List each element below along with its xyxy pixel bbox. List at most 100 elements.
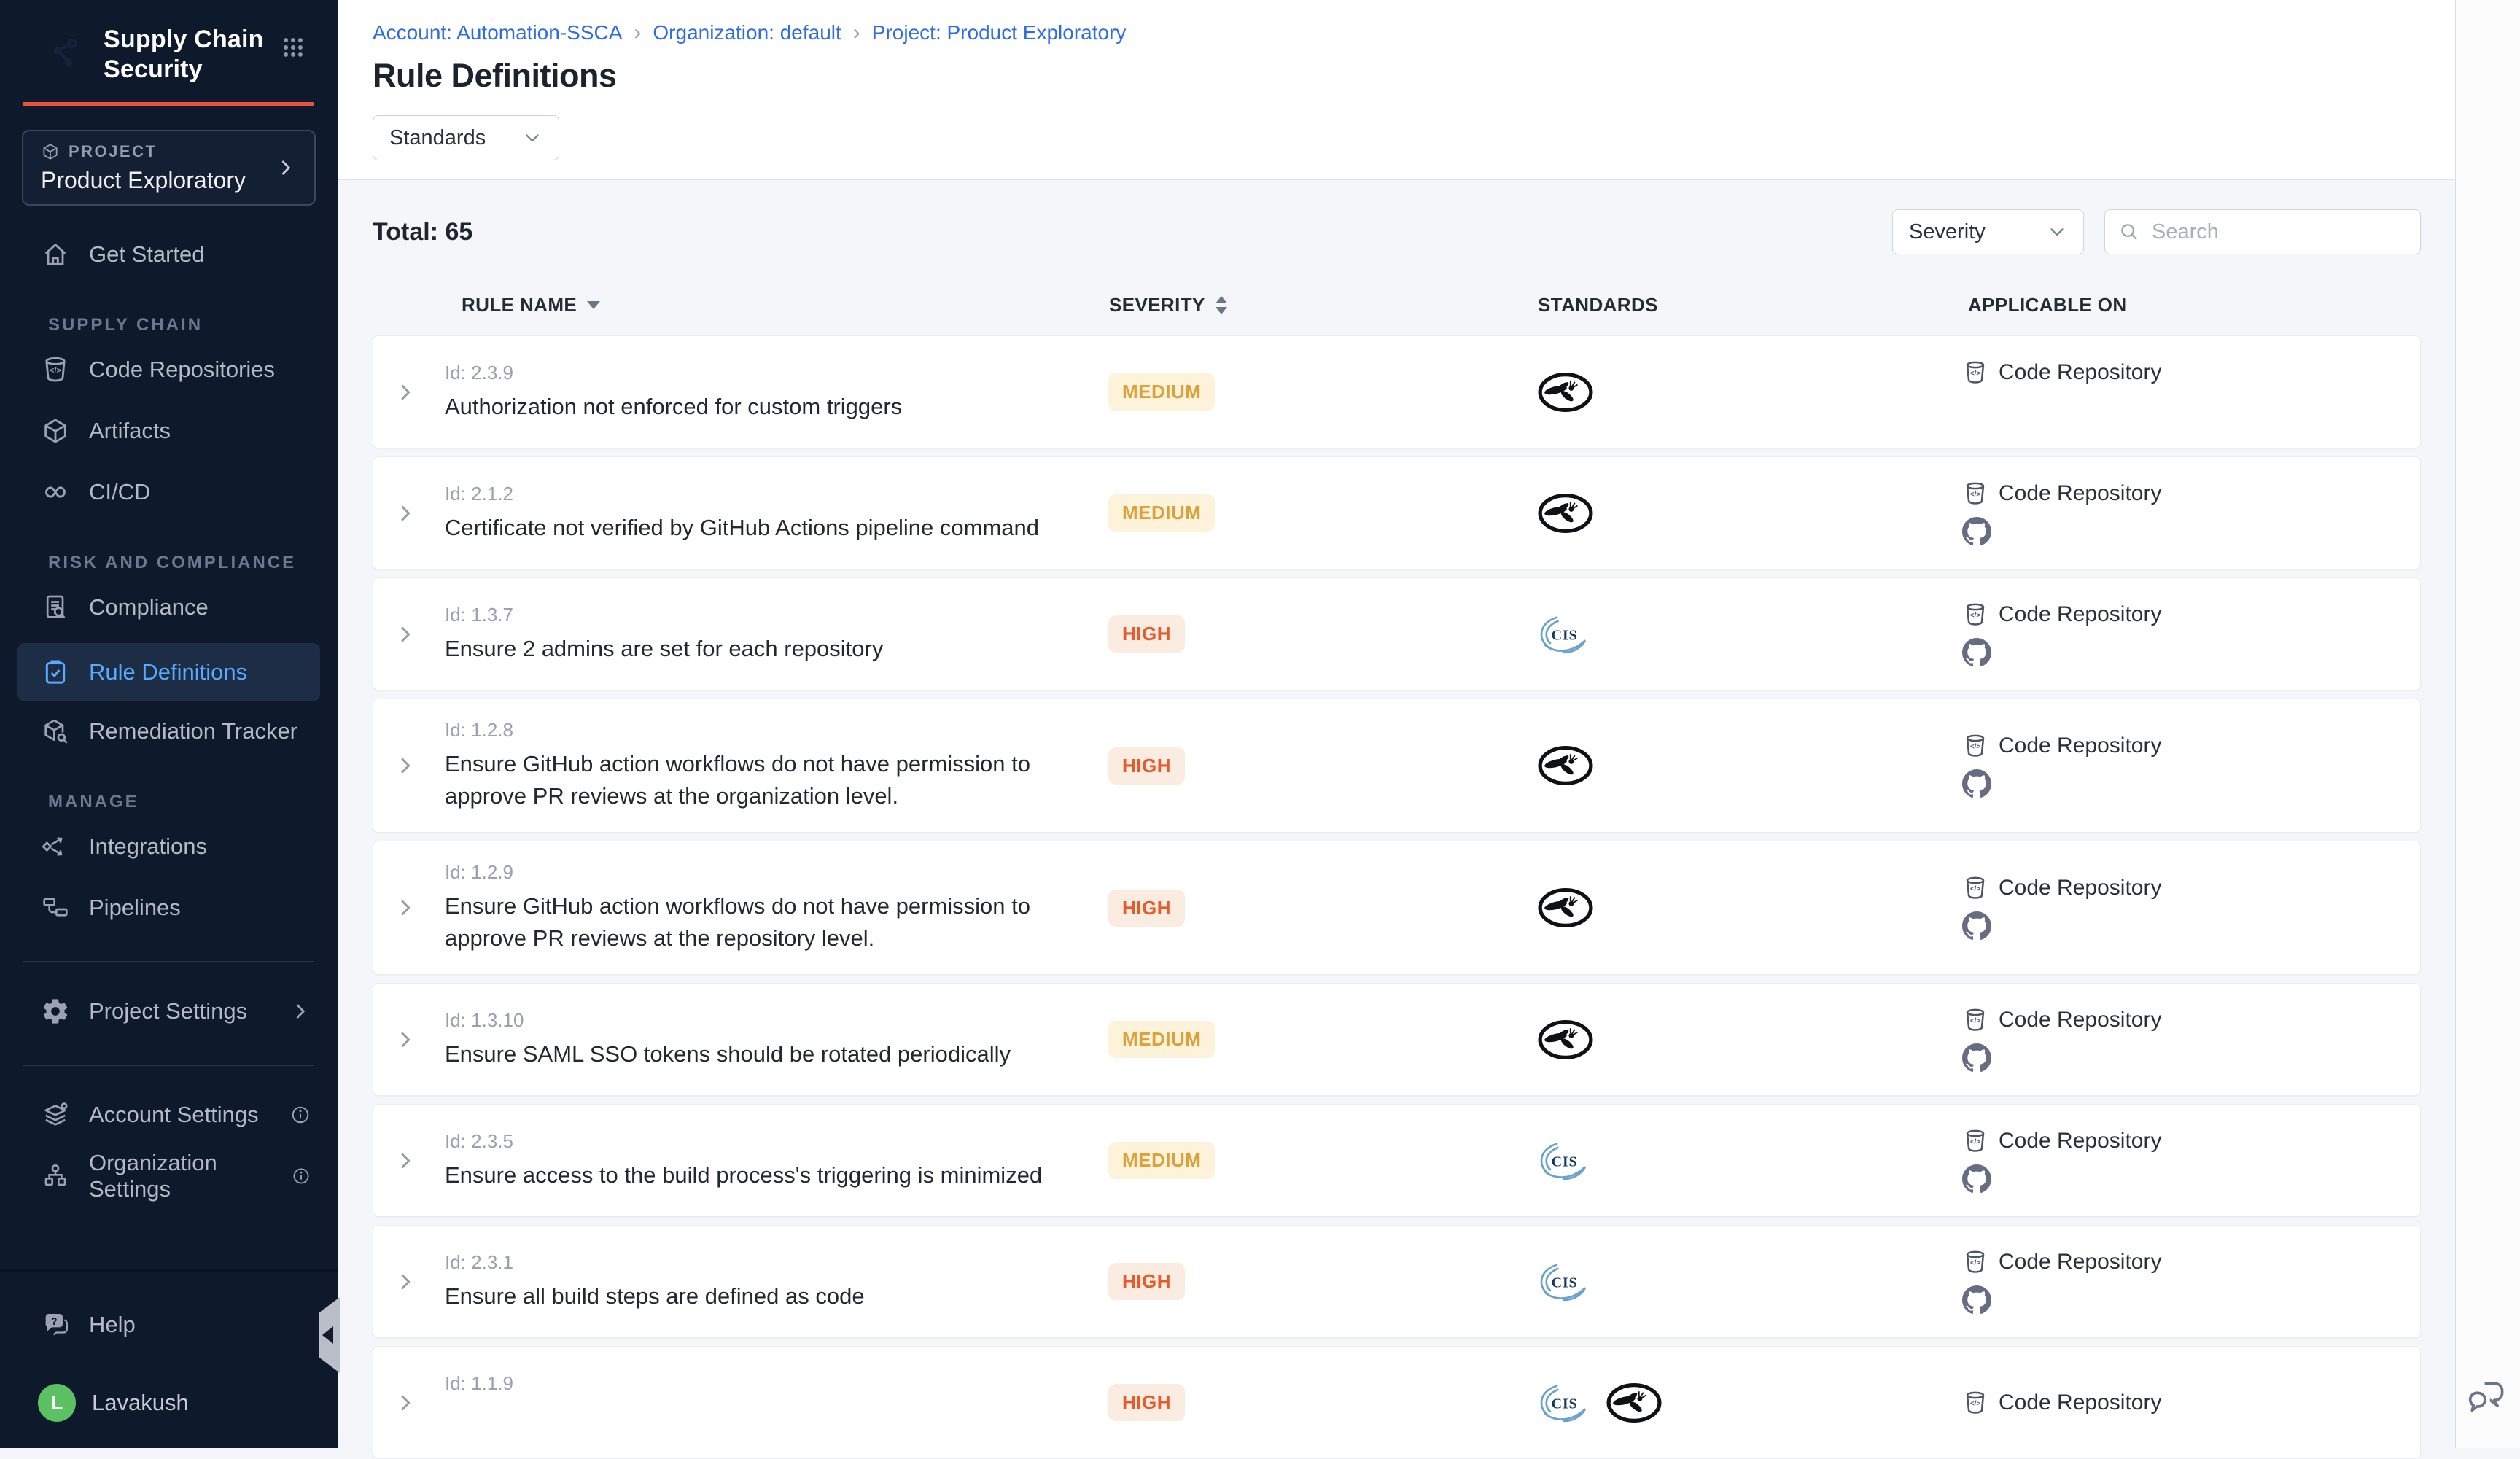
- rule-id: Id: 1.3.7: [445, 604, 1073, 626]
- code-repository-icon: [41, 355, 70, 384]
- column-severity[interactable]: SEVERITY: [1108, 294, 1531, 316]
- chevron-down-icon: [522, 128, 542, 148]
- severity-badge: HIGH: [1108, 615, 1185, 653]
- sidebar-item-integrations[interactable]: Integrations: [0, 825, 338, 868]
- column-applicable-on: APPLICABLE ON: [1961, 294, 2421, 316]
- sidebar-divider: [23, 1065, 314, 1066]
- code-repository-icon: [1961, 602, 1989, 628]
- severity-badge: MEDIUM: [1108, 373, 1215, 411]
- search-input[interactable]: [2150, 219, 2407, 245]
- severity-badge: MEDIUM: [1108, 1142, 1215, 1179]
- code-repository-icon: [1961, 481, 1989, 507]
- support-chat-button[interactable]: [2467, 1380, 2509, 1416]
- breadcrumb-separator: ›: [634, 20, 641, 45]
- project-label: PROJECT: [69, 142, 157, 161]
- breadcrumb-account[interactable]: Account: Automation-SSCA: [373, 21, 622, 44]
- row-expand-button[interactable]: [394, 754, 417, 777]
- sidebar-footer: Help L Lavakush: [0, 1269, 338, 1448]
- code-repository-icon: [1961, 1128, 1989, 1154]
- severity-filter-dropdown[interactable]: Severity: [1892, 209, 2084, 254]
- sidebar-header: Supply ChainSecurity: [0, 0, 338, 85]
- layers-gear-icon: [41, 1100, 70, 1129]
- sidebar-item-remediation-tracker[interactable]: Remediation Tracker: [0, 710, 338, 752]
- sidebar-item-cicd[interactable]: CI/CD: [0, 471, 338, 513]
- rule-name: Ensure all build steps are defined as co…: [445, 1280, 1073, 1312]
- table-row: Id: 1.3.10 Ensure SAML SSO tokens should…: [373, 983, 2421, 1096]
- rule-id: Id: 1.3.10: [445, 1009, 1073, 1032]
- help-chat-icon: [41, 1310, 70, 1339]
- severity-badge: HIGH: [1108, 1384, 1185, 1421]
- breadcrumb-organization[interactable]: Organization: default: [653, 21, 841, 44]
- table-row: Id: 1.2.8 Ensure GitHub action workflows…: [373, 699, 2421, 833]
- chevron-right-icon: [394, 1270, 417, 1293]
- rule-id: Id: 1.2.9: [445, 861, 1073, 884]
- user-name: Lavakush: [92, 1390, 189, 1416]
- sidebar-item-get-started[interactable]: Get Started: [0, 233, 338, 276]
- severity-badge: MEDIUM: [1108, 494, 1215, 532]
- sidebar-item-project-settings[interactable]: Project Settings: [0, 990, 338, 1032]
- table-row: Id: 1.1.9 HIGH Code Repository: [373, 1346, 2421, 1459]
- table-row: Id: 1.2.9 Ensure GitHub action workflows…: [373, 841, 2421, 975]
- column-rule-name[interactable]: RULE NAME: [437, 294, 1108, 316]
- app-switcher-button[interactable]: [281, 35, 306, 60]
- project-name: Product Exploratory: [41, 167, 246, 194]
- project-selector[interactable]: PROJECT Product Exploratory: [22, 130, 316, 206]
- sidebar-item-code-repositories[interactable]: Code Repositories: [0, 349, 338, 391]
- sidebar-item-pipelines[interactable]: Pipelines: [0, 887, 338, 929]
- main-content: Account: Automation-SSCA › Organization:…: [338, 0, 2456, 1448]
- owasp-standard-icon: [1537, 744, 1594, 787]
- row-expand-button[interactable]: [394, 896, 417, 919]
- applicable-on-label: Code Repository: [1999, 876, 2161, 900]
- cis-standard-icon: [1537, 1140, 1594, 1182]
- search-box[interactable]: [2104, 209, 2421, 254]
- sidebar-item-help[interactable]: Help: [0, 1304, 338, 1346]
- sidebar-item-artifacts[interactable]: Artifacts: [0, 410, 338, 452]
- table-row: Id: 2.3.1 Ensure all build steps are def…: [373, 1225, 2421, 1338]
- table-row: Id: 1.3.7 Ensure 2 admins are set for ea…: [373, 577, 2421, 690]
- row-expand-button[interactable]: [394, 381, 417, 404]
- row-expand-button[interactable]: [394, 502, 417, 525]
- cis-standard-icon: [1537, 1382, 1594, 1424]
- user-menu[interactable]: L Lavakush: [0, 1384, 338, 1422]
- applicable-on-label: Code Repository: [1999, 734, 2161, 758]
- chevron-right-icon: [394, 502, 417, 525]
- box-wrench-icon: [41, 717, 70, 746]
- code-repository-icon: [1961, 1390, 1989, 1416]
- chat-bubbles-icon: [2467, 1380, 2509, 1416]
- sidebar-item-organization-settings[interactable]: Organization Settings: [0, 1155, 338, 1197]
- severity-badge: MEDIUM: [1108, 1021, 1215, 1058]
- chevron-right-icon: [394, 754, 417, 777]
- standards-filter-dropdown[interactable]: Standards: [373, 115, 559, 160]
- right-rail: [2455, 0, 2520, 1448]
- content-toolbar: Total: 65 Severity: [373, 209, 2421, 254]
- harness-code-icon: [1962, 396, 1991, 425]
- sidebar-section-supply-chain: SUPPLY CHAIN: [48, 315, 338, 335]
- row-expand-button[interactable]: [394, 1391, 417, 1415]
- row-expand-button[interactable]: [394, 1149, 417, 1172]
- breadcrumb-project[interactable]: Project: Product Exploratory: [872, 21, 1127, 44]
- code-repository-icon: [1961, 1007, 1989, 1033]
- row-expand-button[interactable]: [394, 1270, 417, 1293]
- sidebar: Supply ChainSecurity PROJECT Product Exp…: [0, 0, 338, 1448]
- sidebar-item-account-settings[interactable]: Account Settings: [0, 1094, 338, 1136]
- rule-id: Id: 2.3.9: [445, 362, 1073, 384]
- github-icon: [1962, 911, 1991, 941]
- sidebar-divider: [23, 961, 314, 962]
- info-icon: [289, 1104, 311, 1126]
- applicable-on-label: Code Repository: [1999, 481, 2161, 506]
- artifacts-cube-icon: [41, 416, 70, 446]
- sidebar-item-rule-definitions[interactable]: Rule Definitions: [18, 643, 320, 701]
- github-icon: [1962, 1285, 1991, 1315]
- sidebar-section-manage: MANAGE: [48, 792, 338, 812]
- cis-standard-icon: [1537, 1261, 1594, 1303]
- org-gear-icon: [41, 1162, 70, 1191]
- sidebar-item-compliance[interactable]: Compliance: [0, 586, 338, 629]
- chevron-right-icon: [394, 1149, 417, 1172]
- rule-name: Certificate not verified by GitHub Actio…: [445, 512, 1073, 544]
- github-icon: [1962, 638, 1991, 667]
- project-cube-icon: [41, 142, 60, 161]
- row-expand-button[interactable]: [394, 1028, 417, 1051]
- sort-desc-icon: [587, 301, 600, 309]
- chevron-down-icon: [2047, 222, 2067, 242]
- row-expand-button[interactable]: [394, 623, 417, 646]
